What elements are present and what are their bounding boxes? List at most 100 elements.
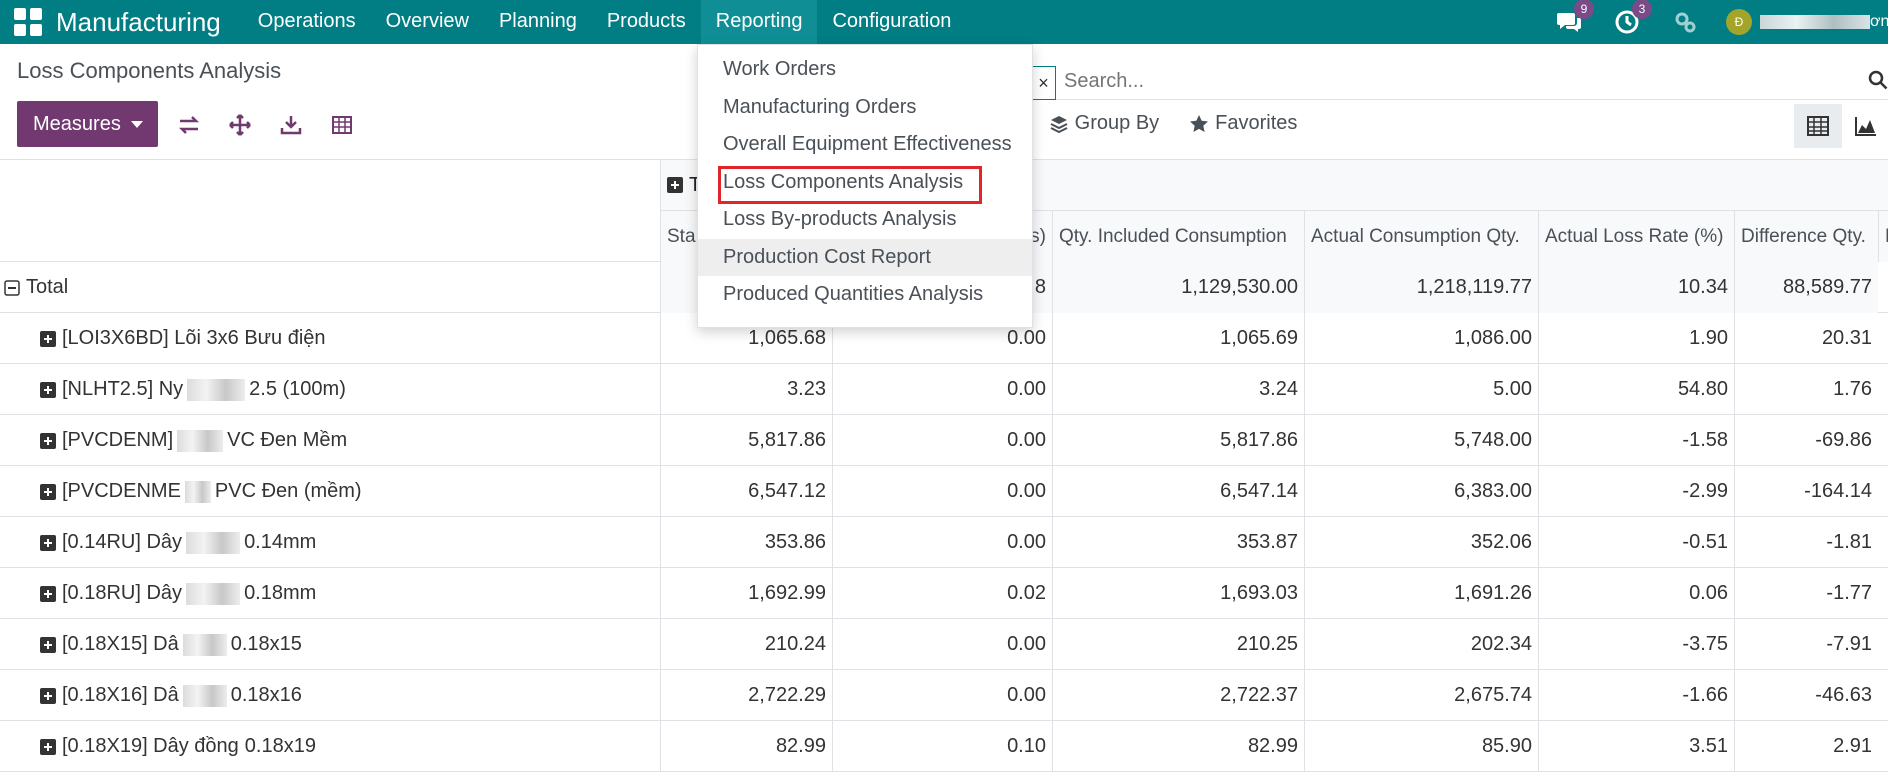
pivot-cell[interactable]: -3.75 [1538, 619, 1734, 670]
user-name[interactable]: ơn [1760, 13, 1888, 31]
pivot-cell[interactable]: -1.81 [1734, 517, 1878, 568]
search-icon[interactable] [1868, 70, 1888, 90]
measure-header[interactable]: Qty. Included Consumption [1052, 210, 1304, 262]
row-header[interactable]: [PVCDENM] VC Đen Mềm [0, 415, 660, 466]
row-header[interactable]: [0.14RU] Dây 0.14mm [0, 517, 660, 568]
pivot-cell[interactable]: -2.99 [1538, 466, 1734, 517]
expand-all-button[interactable] [225, 112, 255, 138]
pivot-cell[interactable]: 353.87 [1052, 517, 1304, 568]
download-button[interactable] [276, 112, 306, 138]
pivot-cell[interactable]: 1,129,530.00 [1052, 262, 1304, 313]
menu-item-loss-byproducts-analysis[interactable]: Loss By-products Analysis [698, 201, 1032, 239]
pivot-cell[interactable]: 1,065.69 [1052, 313, 1304, 364]
pivot-cell[interactable]: 6,547.12 [660, 466, 832, 517]
menu-item-work-orders[interactable]: Work Orders [698, 51, 1032, 89]
row-header[interactable]: [0.18X16] Dâ 0.18x16 [0, 670, 660, 721]
pivot-cell[interactable]: 1,692.99 [660, 568, 832, 619]
row-header[interactable]: [NLHT2.5] Ny 2.5 (100m) [0, 364, 660, 415]
pivot-cell[interactable]: 85.90 [1304, 721, 1538, 772]
measure-header[interactable]: D [1878, 210, 1888, 262]
row-header[interactable]: [PVCDENME PVC Đen (mềm) [0, 466, 660, 517]
pivot-cell[interactable]: 1,086.00 [1304, 313, 1538, 364]
pivot-cell[interactable]: -1.66 [1538, 670, 1734, 721]
favorites-button[interactable]: Favorites [1189, 112, 1297, 135]
pivot-cell[interactable]: 88,589.77 [1734, 262, 1878, 313]
row-header[interactable]: [0.18X19] Dây đồng 0.18x19 [0, 721, 660, 772]
pivot-cell[interactable]: 2.91 [1734, 721, 1878, 772]
pivot-cell[interactable]: 10.34 [1538, 262, 1734, 313]
pivot-cell[interactable]: -7.91 [1734, 619, 1878, 670]
pivot-cell[interactable]: 0.00 [832, 619, 1052, 670]
pivot-cell[interactable]: 0.00 [832, 517, 1052, 568]
pivot-cell[interactable]: 5.00 [1304, 364, 1538, 415]
pivot-cell[interactable]: 353.86 [660, 517, 832, 568]
pivot-cell[interactable]: 0.10 [832, 721, 1052, 772]
pivot-cell[interactable]: 1.90 [1538, 313, 1734, 364]
pivot-cell[interactable]: 210.25 [1052, 619, 1304, 670]
measure-header[interactable]: Actual Loss Rate (%) [1538, 210, 1734, 262]
menu-item-production-cost-report[interactable]: Production Cost Report [698, 238, 1032, 276]
pivot-cell[interactable]: 2,722.37 [1052, 670, 1304, 721]
pivot-cell[interactable]: 1,691.26 [1304, 568, 1538, 619]
menu-item-produced-quantities-analysis[interactable]: Produced Quantities Analysis [698, 276, 1032, 314]
search-facet-remove[interactable]: × [1032, 66, 1056, 100]
menu-operations[interactable]: Operations [243, 0, 371, 44]
insert-spreadsheet-button[interactable] [327, 112, 357, 138]
pivot-cell[interactable]: 1,218,119.77 [1304, 262, 1538, 313]
pivot-cell[interactable]: 3.23 [660, 364, 832, 415]
row-header[interactable]: [LOI3X6BD] Lõi 3x6 Bưu điện [0, 313, 660, 364]
pivot-cell[interactable]: 0.00 [832, 670, 1052, 721]
flip-axis-button[interactable] [174, 112, 204, 138]
pivot-cell[interactable]: 5,817.86 [1052, 415, 1304, 466]
pivot-cell[interactable]: 5,748.00 [1304, 415, 1538, 466]
pivot-cell[interactable]: 82.99 [1052, 721, 1304, 772]
menu-planning[interactable]: Planning [484, 0, 592, 44]
pivot-cell[interactable]: 54.80 [1538, 364, 1734, 415]
pivot-cell[interactable]: 0.06 [1538, 568, 1734, 619]
measure-header[interactable]: Actual Consumption Qty. [1304, 210, 1538, 262]
menu-overview[interactable]: Overview [371, 0, 484, 44]
menu-reporting[interactable]: Reporting [700, 0, 818, 44]
app-brand[interactable]: Manufacturing [56, 7, 221, 38]
pivot-cell[interactable]: 20.31 [1734, 313, 1878, 364]
group-by-button[interactable]: Group By [1049, 112, 1159, 135]
pivot-cell[interactable]: -46.63 [1734, 670, 1878, 721]
pivot-cell[interactable]: 0.00 [832, 364, 1052, 415]
graph-view-button[interactable] [1842, 104, 1888, 148]
pivot-cell[interactable]: 6,547.14 [1052, 466, 1304, 517]
pivot-cell[interactable]: 3.24 [1052, 364, 1304, 415]
pivot-cell[interactable]: 3.51 [1538, 721, 1734, 772]
row-header[interactable]: [0.18RU] Dây 0.18mm [0, 568, 660, 619]
pivot-view-button[interactable] [1794, 104, 1842, 148]
pivot-cell[interactable]: 202.34 [1304, 619, 1538, 670]
pivot-cell[interactable]: 6,383.00 [1304, 466, 1538, 517]
pivot-cell[interactable]: 0.00 [832, 415, 1052, 466]
menu-item-manufacturing-orders[interactable]: Manufacturing Orders [698, 89, 1032, 127]
pivot-cell[interactable]: 5,817.86 [660, 415, 832, 466]
menu-item-loss-components-analysis[interactable]: Loss Components Analysis [698, 164, 1032, 204]
measure-header[interactable]: Difference Qty. [1734, 210, 1878, 262]
search-input[interactable] [1064, 70, 1844, 93]
menu-item-oee[interactable]: Overall Equipment Effectiveness [698, 126, 1032, 164]
user-avatar[interactable]: Đ [1726, 9, 1752, 35]
app-grid-icon[interactable] [14, 8, 42, 36]
measures-button[interactable]: Measures [17, 101, 158, 147]
settings-button[interactable] [1670, 7, 1700, 37]
pivot-cell[interactable]: 0.00 [832, 466, 1052, 517]
menu-configuration[interactable]: Configuration [817, 0, 966, 44]
pivot-cell[interactable]: 1,693.03 [1052, 568, 1304, 619]
pivot-cell[interactable]: -0.51 [1538, 517, 1734, 568]
messages-button[interactable]: 9 [1554, 0, 1594, 37]
row-header[interactable]: [0.18X15] Dâ 0.18x15 [0, 619, 660, 670]
pivot-cell[interactable]: 0.02 [832, 568, 1052, 619]
pivot-cell[interactable]: 1.76 [1734, 364, 1878, 415]
activities-button[interactable]: 3 [1612, 0, 1652, 37]
pivot-cell[interactable]: -1.58 [1538, 415, 1734, 466]
pivot-cell[interactable]: -69.86 [1734, 415, 1878, 466]
row-header-total[interactable]: Total [0, 262, 660, 313]
pivot-cell[interactable]: -1.77 [1734, 568, 1878, 619]
pivot-cell[interactable]: -164.14 [1734, 466, 1878, 517]
pivot-cell[interactable]: 82.99 [660, 721, 832, 772]
pivot-cell[interactable]: 2,722.29 [660, 670, 832, 721]
pivot-cell[interactable]: 2,675.74 [1304, 670, 1538, 721]
